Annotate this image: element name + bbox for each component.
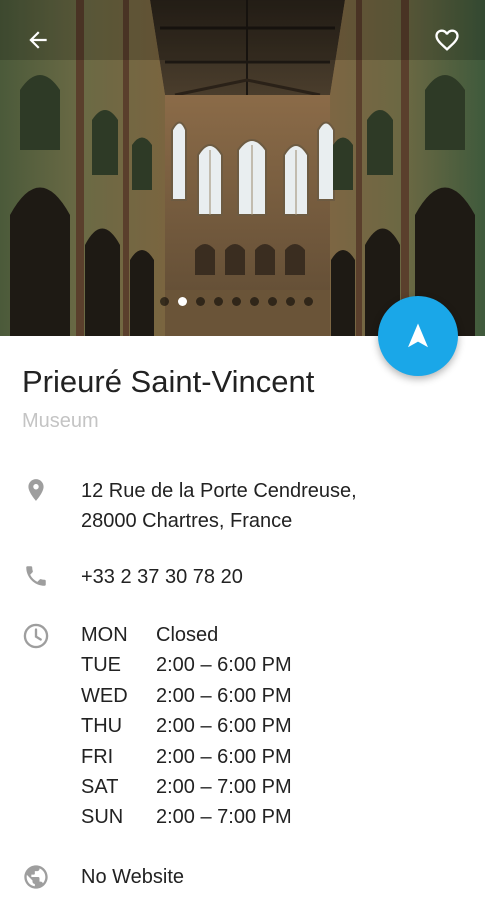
back-button[interactable] — [18, 20, 58, 60]
place-title: Prieuré Saint-Vincent — [22, 364, 315, 399]
hours-row: MON Closed — [81, 620, 292, 650]
gallery-dot[interactable] — [160, 297, 169, 306]
gallery-dot[interactable] — [286, 297, 295, 306]
location-pin-icon — [22, 476, 50, 504]
hours-day: SAT — [81, 776, 119, 799]
gallery-dot-active[interactable] — [178, 297, 187, 306]
hours-row: TUE 2:00 – 6:00 PM — [81, 650, 292, 680]
heart-outline-icon — [435, 29, 459, 51]
hours-time: 2:00 – 6:00 PM — [156, 745, 292, 768]
hours-time: Closed — [156, 624, 219, 646]
hours-row: THU 2:00 – 6:00 PM — [81, 711, 292, 741]
hours-row: WED 2:00 – 6:00 PM — [81, 681, 292, 711]
hero-photo[interactable] — [0, 0, 485, 336]
gallery-pagination — [160, 297, 313, 306]
hours-time: 2:00 – 6:00 PM — [156, 715, 292, 738]
globe-icon — [22, 863, 50, 891]
hours-day: WED — [81, 684, 128, 707]
address-line-1: 12 Rue de la Porte Cendreuse, — [81, 480, 357, 502]
hours-row: SUN 2:00 – 7:00 PM — [81, 802, 292, 832]
phone-icon — [22, 562, 50, 590]
navigation-arrow-icon — [408, 323, 428, 348]
hours-day: FRI — [81, 745, 114, 768]
hours-time: 2:00 – 6:00 PM — [156, 654, 292, 677]
gallery-dot[interactable] — [232, 297, 241, 306]
hours-time: 2:00 – 7:00 PM — [156, 806, 292, 829]
place-details-card: Prieuré Saint-Vincent Museum 12 Rue de l… — [0, 336, 485, 900]
hours-row: FRI 2:00 – 6:00 PM — [81, 742, 292, 772]
hours-day: MON — [81, 624, 128, 646]
gallery-dot[interactable] — [196, 297, 205, 306]
place-category: Museum — [22, 410, 99, 432]
hours-day: SUN — [81, 806, 124, 829]
clock-icon — [22, 622, 50, 650]
favorite-button[interactable] — [427, 20, 467, 60]
arrow-back-icon — [29, 31, 47, 49]
hours-time: 2:00 – 7:00 PM — [156, 776, 292, 799]
navigate-button[interactable] — [378, 296, 458, 376]
gallery-dot[interactable] — [214, 297, 223, 306]
address-line-2: 28000 Chartres, France — [81, 510, 293, 532]
opening-hours: MON Closed TUE 2:00 – 6:00 PM WED 2:00 –… — [81, 620, 292, 833]
website-text[interactable]: No Website — [81, 862, 184, 892]
gallery-dot[interactable] — [304, 297, 313, 306]
gallery-dot[interactable] — [268, 297, 277, 306]
hours-row: SAT 2:00 – 7:00 PM — [81, 772, 292, 802]
hours-time: 2:00 – 6:00 PM — [156, 684, 292, 707]
gallery-dot[interactable] — [250, 297, 259, 306]
church-interior-photo — [0, 0, 485, 336]
hours-day: THU — [81, 715, 123, 738]
hours-day: TUE — [81, 654, 121, 677]
phone-number[interactable]: +33 2 37 30 78 20 — [81, 562, 243, 592]
address-text[interactable]: 12 Rue de la Porte Cendreuse, 28000 Char… — [81, 476, 357, 536]
